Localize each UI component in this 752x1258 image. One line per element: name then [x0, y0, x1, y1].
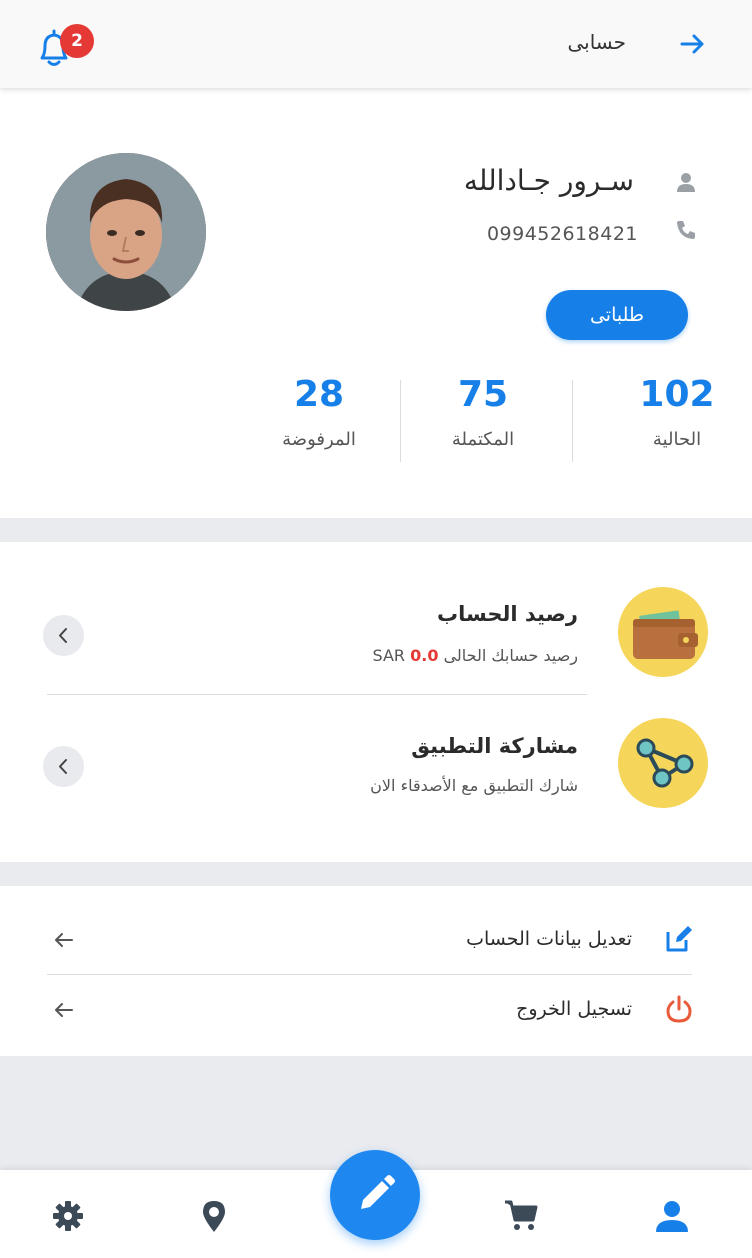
actions-card: تعديل بيانات الحساب تسجيل الخروج — [0, 886, 752, 1056]
edit-icon — [664, 924, 694, 954]
user-icon — [674, 170, 698, 194]
stat-rejected-value: 28 — [293, 374, 345, 415]
back-arrow-icon[interactable] — [676, 28, 708, 60]
avatar — [46, 153, 206, 311]
share-icon — [618, 718, 708, 808]
logout-label[interactable]: تسجيل الخروج — [516, 998, 632, 1020]
my-orders-button[interactable]: طلباتى — [546, 290, 688, 340]
wallet-icon — [618, 587, 708, 677]
page-title: حسابى — [567, 30, 626, 54]
balance-chevron-button[interactable] — [43, 615, 84, 656]
balance-title: رصيد الحساب — [437, 602, 578, 626]
user-name: سـرور جـادالله — [463, 164, 634, 197]
stat-divider — [572, 380, 573, 462]
balance-subtitle: رصيد حسابك الحالى 0.0 SAR — [373, 646, 578, 665]
balance-amount: 0.0 — [410, 646, 439, 665]
stat-rejected-label: المرفوضة — [282, 429, 356, 450]
balance-currency: SAR — [372, 646, 406, 665]
stat-completed: 75 المكتملة — [408, 374, 558, 450]
phone-icon — [674, 218, 698, 242]
share-subtitle: شارك التطبيق مع الأصدقاء الان — [370, 776, 578, 795]
user-phone: 099452618421 — [486, 223, 638, 245]
arrow-left-icon[interactable] — [52, 928, 76, 952]
power-icon — [664, 994, 694, 1024]
user-profile-icon[interactable] — [654, 1198, 690, 1234]
map-pin-icon[interactable] — [196, 1198, 232, 1234]
account-options-card: رصيد الحساب رصيد حسابك الحالى 0.0 SAR مش… — [0, 542, 752, 862]
profile-card: سـرور جـادالله 099452618421 طلباتى 102 ا… — [0, 88, 752, 518]
gear-icon[interactable] — [50, 1198, 86, 1234]
arrow-left-icon[interactable] — [52, 998, 76, 1022]
stat-completed-label: المكتملة — [451, 429, 515, 450]
share-title: مشاركة التطبيق — [411, 734, 578, 758]
notification-badge: 2 — [60, 24, 94, 58]
stat-rejected: 28 المرفوضة — [244, 374, 394, 450]
top-bar: حسابى 2 — [0, 0, 752, 88]
stat-current-value: 102 — [639, 374, 715, 415]
cart-icon[interactable] — [503, 1198, 539, 1234]
balance-subtitle-text: رصيد حسابك الحالى — [443, 646, 578, 665]
stat-divider — [400, 380, 401, 462]
pencil-icon — [361, 1175, 395, 1209]
edit-fab-button[interactable] — [330, 1150, 420, 1240]
edit-account-label[interactable]: تعديل بيانات الحساب — [466, 928, 632, 950]
row-divider — [47, 974, 692, 975]
stat-current-label: الحالية — [652, 429, 702, 450]
stat-completed-value: 75 — [457, 374, 509, 415]
row-divider — [47, 694, 587, 695]
stat-current: 102 الحالية — [602, 374, 752, 450]
share-chevron-button[interactable] — [43, 746, 84, 787]
